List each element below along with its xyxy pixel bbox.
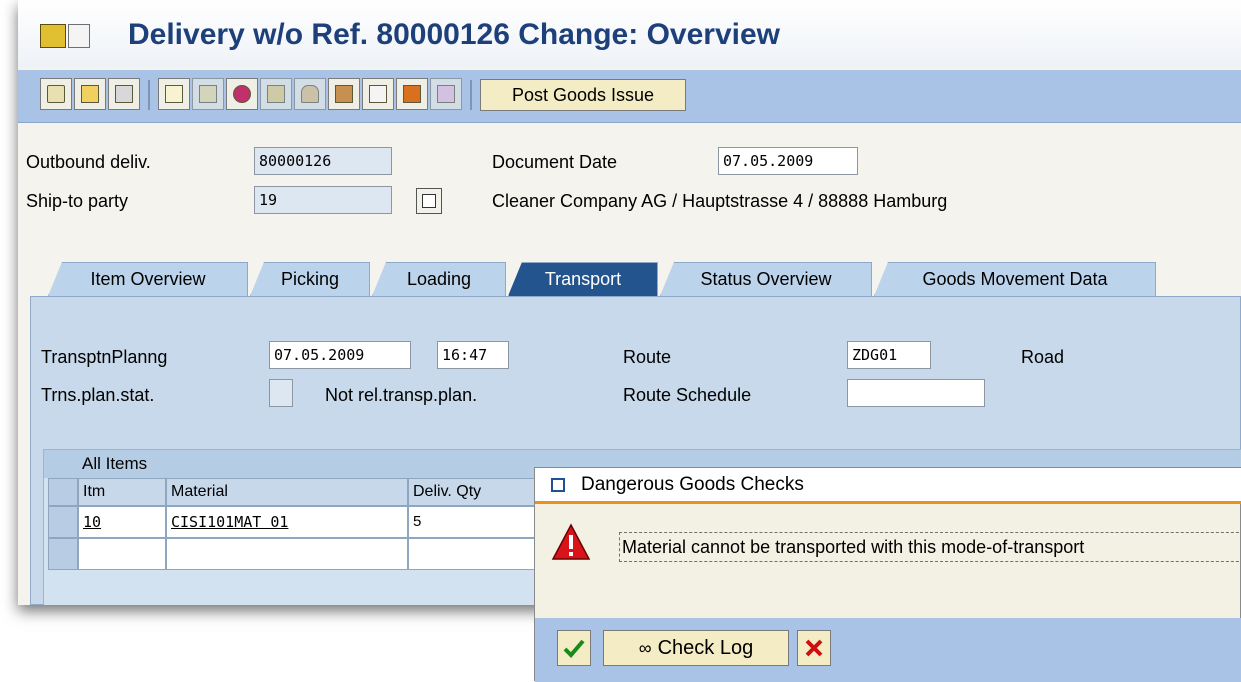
route-label: Route (623, 347, 672, 367)
tab-transport[interactable]: Transport (508, 262, 658, 296)
route-field[interactable]: ZDG01 (847, 341, 931, 369)
table-cell-material[interactable]: CISI101MAT 01 (166, 506, 408, 538)
post-goods-issue-button[interactable]: Post Goods Issue (480, 79, 686, 111)
ship-to-field[interactable]: 19 (254, 186, 392, 214)
table-cell-itm[interactable]: 10 (78, 506, 166, 538)
trans-plan-status-label: Trns.plan.stat. (41, 385, 155, 405)
check-log-label: Check Log (657, 637, 754, 659)
page-title: Delivery w/o Ref. 80000126 Change: Overv… (128, 18, 780, 51)
transport-planning-date-field[interactable]: 07.05.2009 (269, 341, 411, 369)
package-icon[interactable] (328, 78, 360, 110)
ship-to-detail-icon[interactable] (416, 188, 442, 214)
warning-icon (551, 523, 591, 560)
tab-picking[interactable]: Picking (250, 262, 370, 296)
table-cell-empty[interactable] (166, 538, 408, 570)
check-log-button[interactable]: ∞ Check Log (603, 630, 789, 666)
copy-icon[interactable] (74, 78, 106, 110)
outbound-deliv-field[interactable]: 80000126 (254, 147, 392, 175)
toolbar-separator (148, 80, 150, 110)
delete-icon[interactable] (108, 78, 140, 110)
calendar-icon[interactable] (362, 78, 394, 110)
outbound-deliv-label: Outbound deliv. (26, 152, 151, 172)
trans-plan-status-field[interactable] (269, 379, 293, 407)
title-bar: Delivery w/o Ref. 80000126 Change: Overv… (18, 0, 1241, 68)
partner-icon[interactable] (192, 78, 224, 110)
row-select-cell[interactable] (48, 506, 78, 538)
transaction-icon[interactable] (40, 24, 66, 48)
document-date-label: Document Date (492, 152, 618, 172)
transport-planning-label: TransptnPlanng (41, 347, 168, 367)
dialog-title: Dangerous Goods Checks (581, 474, 804, 495)
route-text: Road (1021, 347, 1065, 367)
tab-item-overview[interactable]: Item Overview (48, 262, 248, 296)
house-icon[interactable] (396, 78, 428, 110)
tab-status-overview[interactable]: Status Overview (660, 262, 872, 296)
all-items-title: All Items (82, 454, 148, 473)
dialog-title-bar: Dangerous Goods Checks (535, 468, 1241, 504)
route-schedule-label: Route Schedule (623, 385, 752, 405)
application-toolbar: Post Goods Issue (18, 70, 1241, 123)
dialog-message: Material cannot be transported with this… (619, 532, 1241, 562)
ship-to-label: Ship-to party (26, 191, 129, 211)
glasses-icon: ∞ (638, 638, 652, 658)
tab-goods-movement-data[interactable]: Goods Movement Data (874, 262, 1156, 296)
select-all-cell[interactable] (48, 478, 78, 506)
menu-icon[interactable] (68, 24, 90, 48)
route-schedule-field[interactable] (847, 379, 985, 407)
hat-icon[interactable] (226, 78, 258, 110)
structure-icon[interactable] (158, 78, 190, 110)
dialog-window-icon (551, 478, 565, 492)
dialog-button-bar: ∞ Check Log (535, 618, 1241, 682)
tab-loading[interactable]: Loading (372, 262, 506, 296)
toolbar-separator (470, 80, 472, 110)
transport-planning-time-field[interactable]: 16:47 (437, 341, 509, 369)
dangerous-goods-dialog: Dangerous Goods Checks Material cannot b… (534, 467, 1241, 682)
texts-icon[interactable] (260, 78, 292, 110)
cancel-x-icon[interactable] (797, 630, 831, 666)
column-header-material[interactable]: Material (166, 478, 408, 506)
ship-to-address: Cleaner Company AG / Hauptstrasse 4 / 88… (492, 191, 948, 211)
table-cell-empty[interactable] (78, 538, 166, 570)
confirm-check-icon[interactable] (557, 630, 591, 666)
edit-icon[interactable] (40, 78, 72, 110)
bell-icon[interactable] (294, 78, 326, 110)
matrix-icon[interactable] (430, 78, 462, 110)
trans-plan-status-text: Not rel.transp.plan. (325, 385, 478, 405)
row-select-cell[interactable] (48, 538, 78, 570)
document-date-field[interactable]: 07.05.2009 (718, 147, 858, 175)
column-header-itm[interactable]: Itm (78, 478, 166, 506)
